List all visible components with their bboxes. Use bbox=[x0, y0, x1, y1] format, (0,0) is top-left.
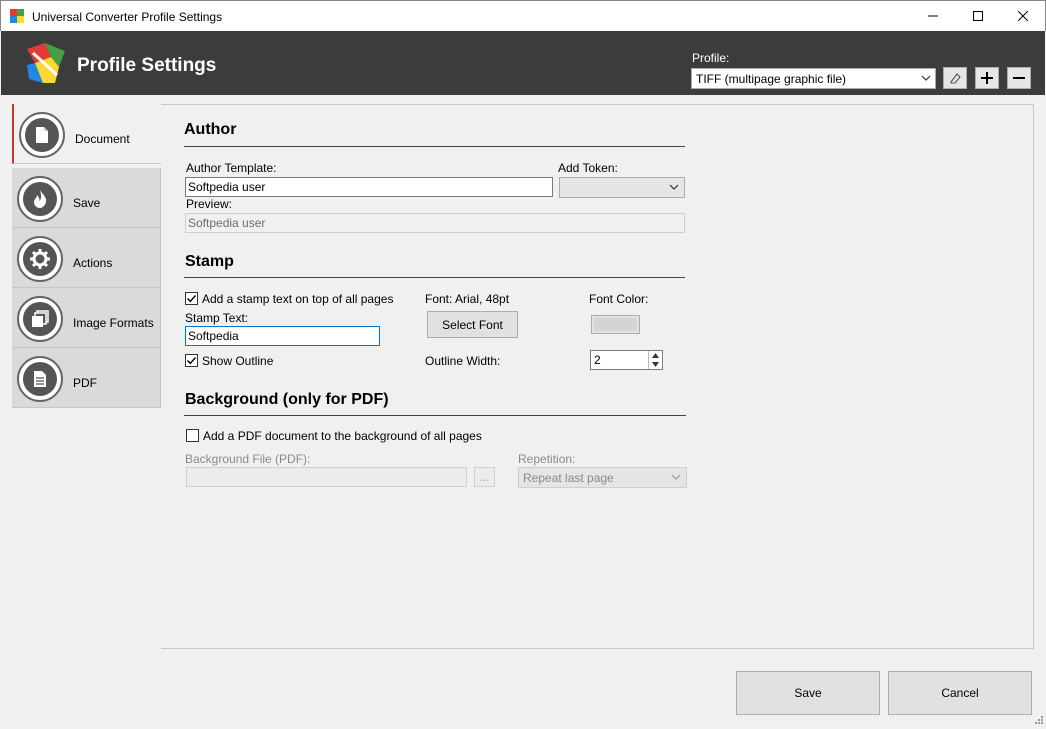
profile-select[interactable]: TIFF (multipage graphic file) bbox=[691, 68, 936, 89]
font-color-label: Font Color: bbox=[589, 292, 649, 306]
stamp-section-title: Stamp bbox=[185, 253, 234, 270]
nav-label-pdf: PDF bbox=[73, 376, 97, 390]
background-file-input[interactable] bbox=[186, 467, 467, 487]
repetition-select[interactable]: Repeat last page bbox=[518, 467, 687, 488]
checkmark-icon bbox=[187, 295, 197, 303]
chevron-down-icon bbox=[671, 474, 681, 480]
minimize-button[interactable] bbox=[910, 1, 956, 31]
caret-up-icon bbox=[652, 353, 659, 358]
stamp-text-input[interactable]: Softpedia bbox=[185, 326, 380, 346]
add-profile-button[interactable] bbox=[975, 67, 999, 89]
stamp-divider bbox=[184, 277, 685, 278]
profile-header: Profile Settings Profile: TIFF (multipag… bbox=[1, 31, 1045, 95]
font-color-button[interactable] bbox=[591, 315, 640, 334]
spin-down-button[interactable] bbox=[649, 360, 662, 369]
rename-profile-button[interactable] bbox=[943, 67, 967, 89]
author-template-input[interactable]: Softpedia user bbox=[185, 177, 553, 197]
pdf-file-icon bbox=[34, 371, 46, 387]
font-color-swatch bbox=[594, 318, 637, 331]
author-template-label: Author Template: bbox=[186, 161, 277, 175]
nav-item-image-formats[interactable]: Image Formats bbox=[12, 288, 161, 348]
minimize-icon bbox=[928, 15, 938, 17]
nav-item-document[interactable]: Document bbox=[12, 104, 161, 164]
chevron-down-icon bbox=[669, 184, 679, 190]
spin-up-button[interactable] bbox=[649, 351, 662, 360]
add-background-label: Add a PDF document to the background of … bbox=[203, 429, 482, 443]
add-token-label: Add Token: bbox=[558, 161, 618, 175]
app-icon bbox=[10, 9, 24, 23]
background-file-label: Background File (PDF): bbox=[185, 452, 311, 466]
browse-background-button[interactable]: ... bbox=[474, 467, 495, 487]
close-button[interactable] bbox=[1000, 1, 1046, 31]
remove-profile-button[interactable] bbox=[1007, 67, 1031, 89]
nav-item-save[interactable]: Save bbox=[12, 168, 161, 228]
title-bar: Universal Converter Profile Settings bbox=[0, 0, 1046, 31]
nav-label-image-formats: Image Formats bbox=[73, 316, 154, 330]
author-divider bbox=[184, 146, 685, 147]
eraser-icon bbox=[950, 73, 961, 84]
document-settings-panel: Author Author Template: Softpedia user A… bbox=[161, 104, 1034, 649]
resize-grip-icon[interactable] bbox=[1032, 715, 1044, 727]
repetition-label: Repetition: bbox=[518, 452, 576, 466]
nav-item-actions[interactable]: Actions bbox=[12, 228, 161, 288]
outline-width-spinner[interactable]: 2 bbox=[590, 350, 663, 370]
stamp-text-label: Stamp Text: bbox=[185, 311, 249, 325]
add-stamp-checkbox[interactable] bbox=[185, 292, 198, 305]
nav-label-save: Save bbox=[73, 196, 101, 210]
background-section-title: Background (only for PDF) bbox=[185, 391, 389, 408]
nav-item-pdf[interactable]: PDF bbox=[12, 348, 161, 408]
nav-label-document: Document bbox=[75, 132, 130, 146]
chevron-down-icon bbox=[921, 75, 931, 81]
maximize-button[interactable] bbox=[955, 1, 1001, 31]
universal-converter-logo bbox=[27, 43, 65, 83]
flame-icon bbox=[34, 190, 47, 208]
add-token-select[interactable] bbox=[559, 177, 685, 198]
gear-icon bbox=[30, 249, 50, 269]
window-title: Universal Converter Profile Settings bbox=[32, 10, 223, 24]
save-button[interactable]: Save bbox=[736, 671, 880, 715]
layers-icon bbox=[32, 310, 49, 327]
background-divider bbox=[184, 415, 686, 416]
author-section-title: Author bbox=[184, 121, 237, 138]
select-font-button[interactable]: Select Font bbox=[427, 311, 518, 338]
stamp-font-label: Font: Arial, 48pt bbox=[425, 292, 510, 306]
show-outline-checkbox[interactable] bbox=[185, 354, 198, 367]
close-icon bbox=[1018, 11, 1028, 21]
plus-icon bbox=[981, 72, 993, 84]
nav-label-actions: Actions bbox=[73, 256, 113, 270]
preview-label: Preview: bbox=[186, 197, 233, 211]
show-outline-label: Show Outline bbox=[202, 354, 274, 368]
maximize-icon bbox=[973, 11, 983, 21]
checkmark-icon bbox=[187, 357, 197, 365]
add-stamp-label: Add a stamp text on top of all pages bbox=[202, 292, 394, 306]
outline-width-value: 2 bbox=[594, 353, 601, 367]
outline-width-label: Outline Width: bbox=[425, 354, 501, 368]
document-icon bbox=[36, 127, 48, 143]
page-title: Profile Settings bbox=[77, 55, 217, 76]
add-background-checkbox[interactable] bbox=[186, 429, 199, 442]
repetition-value: Repeat last page bbox=[523, 471, 614, 485]
cancel-button[interactable]: Cancel bbox=[888, 671, 1032, 715]
caret-down-icon bbox=[652, 362, 659, 367]
profile-label: Profile: bbox=[692, 51, 730, 65]
profile-select-value: TIFF (multipage graphic file) bbox=[696, 72, 847, 86]
author-preview-field: Softpedia user bbox=[185, 213, 685, 233]
settings-nav: Document Save Actions Image Formats PDF bbox=[12, 104, 161, 410]
minus-icon bbox=[1013, 77, 1025, 79]
